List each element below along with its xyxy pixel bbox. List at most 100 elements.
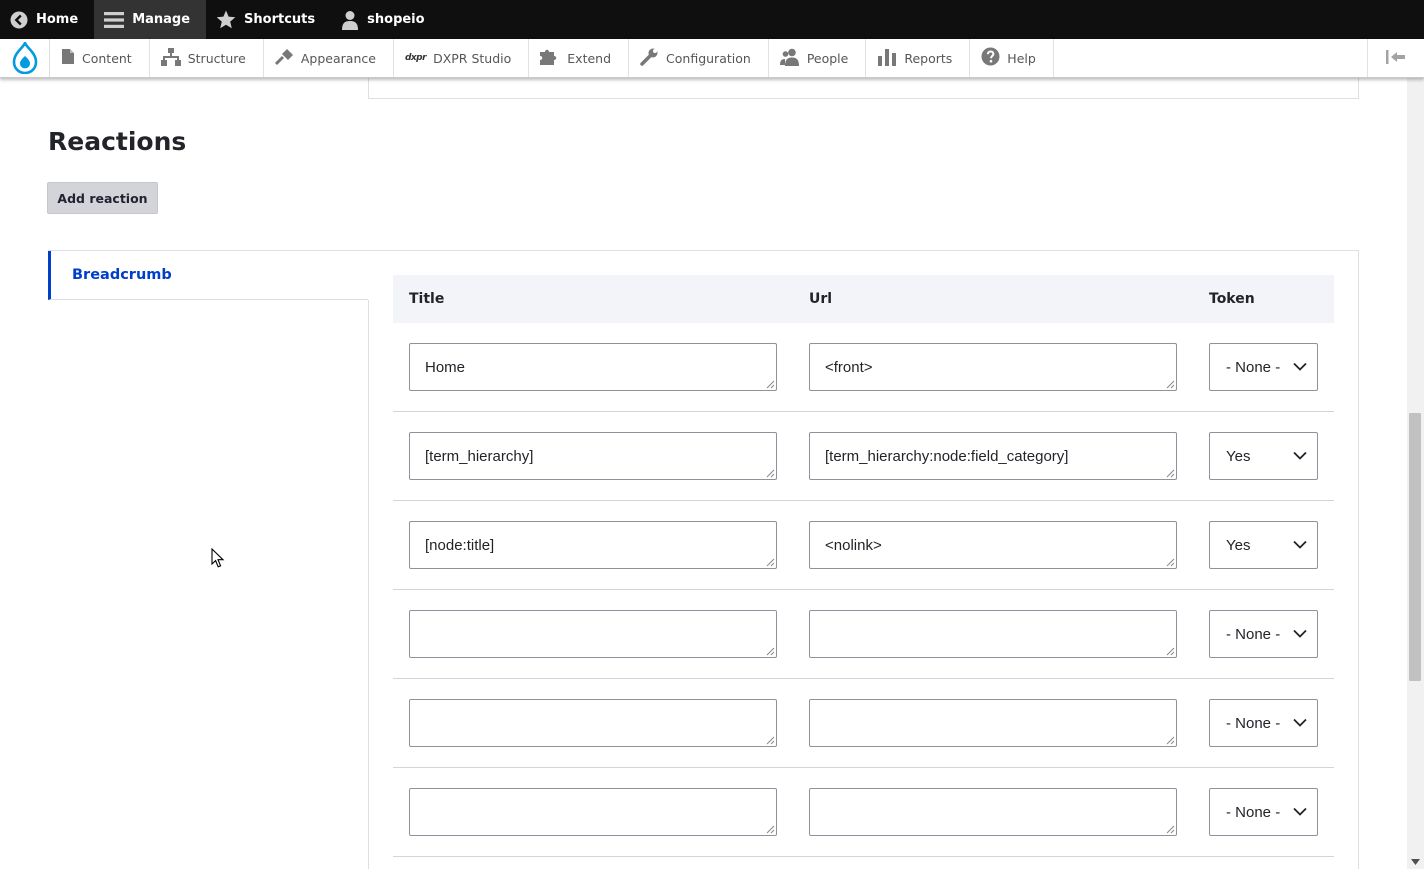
previous-section-panel — [368, 78, 1359, 99]
tray-item-appearance[interactable]: Appearance — [264, 39, 394, 77]
toolbar-shortcuts-label: Shortcuts — [244, 12, 316, 27]
tray-item-extend[interactable]: Extend — [529, 39, 630, 77]
resize-grip-icon[interactable] — [1166, 647, 1175, 656]
resize-grip-icon[interactable] — [766, 380, 775, 389]
page-scrollbar[interactable] — [1407, 78, 1424, 869]
tray-item-people[interactable]: People — [769, 39, 867, 77]
toolbar-manage[interactable]: Manage — [94, 0, 207, 39]
resize-grip-icon[interactable] — [1166, 558, 1175, 567]
token-select-value: - None - — [1226, 625, 1281, 643]
tray-item-reports[interactable]: Reports — [866, 39, 971, 77]
tray-item-label: Structure — [187, 50, 246, 66]
user-icon — [341, 10, 359, 30]
tray-orientation-toggle[interactable] — [1367, 39, 1424, 77]
toolbar-user-label: shopeio — [367, 12, 425, 27]
scrollbar-thumb[interactable] — [1409, 413, 1421, 681]
chevron-down-icon — [1293, 807, 1307, 816]
tray-item-configuration[interactable]: Configuration — [629, 39, 769, 77]
file-icon — [61, 48, 75, 68]
url-input[interactable]: [term_hierarchy:node:field_category] — [809, 432, 1177, 480]
tray-item-content[interactable]: Content — [50, 39, 150, 77]
resize-grip-icon[interactable] — [766, 647, 775, 656]
title-input[interactable]: [term_hierarchy] — [409, 432, 777, 480]
admin-toolbar: Home Manage Shortcuts shopeio — [0, 0, 1424, 39]
title-input-value: Home — [425, 358, 466, 376]
table-header: Title Url Token — [393, 275, 1334, 323]
token-select[interactable]: - None - — [1209, 610, 1318, 658]
scroll-down-arrow-icon[interactable] — [1411, 859, 1420, 865]
url-input[interactable] — [809, 610, 1177, 658]
collapse-left-icon — [1386, 49, 1406, 68]
url-input-value: <front> — [825, 358, 873, 376]
vertical-tabs-divider — [368, 300, 369, 869]
tray-item-dxpr-studio[interactable]: dxpr DXPR Studio — [394, 39, 530, 77]
token-select-value: - None - — [1226, 358, 1281, 376]
star-icon — [216, 10, 236, 29]
back-arrow-icon — [10, 11, 28, 29]
column-header-token: Token — [1209, 291, 1255, 307]
resize-grip-icon[interactable] — [1166, 380, 1175, 389]
breadcrumb-table: Title Url Token Home <front> - None - [t… — [393, 275, 1334, 857]
token-select-value: - None - — [1226, 714, 1281, 732]
token-select-value: - None - — [1226, 803, 1281, 821]
chevron-down-icon — [1293, 540, 1307, 549]
url-input-value: [term_hierarchy:node:field_category] — [825, 447, 1069, 465]
token-select[interactable]: Yes — [1209, 432, 1318, 480]
table-row: - None - — [393, 590, 1334, 679]
table-row: [term_hierarchy] [term_hierarchy:node:fi… — [393, 412, 1334, 501]
table-row: [node:title] <nolink> Yes — [393, 501, 1334, 590]
url-input-value: <nolink> — [825, 536, 882, 554]
tray-item-label: Reports — [904, 50, 953, 66]
token-select-value: Yes — [1226, 447, 1251, 465]
table-row: - None - — [393, 768, 1334, 857]
tray-item-structure[interactable]: Structure — [150, 39, 264, 77]
tray-item-label: People — [806, 50, 849, 66]
chevron-down-icon — [1293, 362, 1307, 371]
chevron-down-icon — [1293, 451, 1307, 460]
tray-item-help[interactable]: Help — [970, 39, 1054, 77]
toolbar-shortcuts[interactable]: Shortcuts — [206, 0, 331, 39]
url-input[interactable]: <front> — [809, 343, 1177, 391]
puzzle-icon — [540, 48, 560, 69]
resize-grip-icon[interactable] — [766, 558, 775, 567]
table-row: - None - — [393, 679, 1334, 768]
admin-tray: Content Structure Appearance dxpr DXPR S… — [0, 39, 1424, 78]
resize-grip-icon[interactable] — [1166, 736, 1175, 745]
token-select[interactable]: - None - — [1209, 699, 1318, 747]
resize-grip-icon[interactable] — [1166, 825, 1175, 834]
resize-grip-icon[interactable] — [766, 469, 775, 478]
chevron-down-icon — [1293, 629, 1307, 638]
title-input[interactable]: Home — [409, 343, 777, 391]
token-select[interactable]: - None - — [1209, 788, 1318, 836]
resize-grip-icon[interactable] — [766, 825, 775, 834]
toolbar-home-label: Home — [36, 12, 79, 27]
title-input[interactable] — [409, 699, 777, 747]
url-input[interactable]: <nolink> — [809, 521, 1177, 569]
tray-item-label: Extend — [567, 50, 612, 66]
mouse-cursor-icon — [211, 548, 225, 568]
toolbar-home[interactable]: Home — [0, 0, 94, 39]
token-select[interactable]: Yes — [1209, 521, 1318, 569]
tray-item-label: Help — [1007, 50, 1036, 66]
hamburger-icon — [104, 11, 125, 29]
token-select[interactable]: - None - — [1209, 343, 1318, 391]
title-input-value: [node:title] — [425, 536, 495, 554]
add-reaction-button[interactable]: Add reaction — [47, 182, 158, 214]
table-row: Home <front> - None - — [393, 323, 1334, 412]
title-input[interactable]: [node:title] — [409, 521, 777, 569]
toolbar-manage-label: Manage — [132, 12, 191, 27]
title-input[interactable] — [409, 788, 777, 836]
tab-breadcrumb[interactable]: Breadcrumb — [48, 251, 368, 300]
people-icon — [779, 48, 800, 69]
url-input[interactable] — [809, 699, 1177, 747]
tray-item-label: Content — [82, 50, 132, 66]
sitemap-icon — [160, 47, 181, 69]
title-input[interactable] — [409, 610, 777, 658]
resize-grip-icon[interactable] — [766, 736, 775, 745]
resize-grip-icon[interactable] — [1166, 469, 1175, 478]
url-input[interactable] — [809, 788, 1177, 836]
drupal-logo[interactable] — [0, 39, 50, 77]
wrench-icon — [640, 48, 659, 69]
toolbar-user[interactable]: shopeio — [331, 0, 440, 39]
dxpr-logo: dxpr — [404, 53, 427, 63]
